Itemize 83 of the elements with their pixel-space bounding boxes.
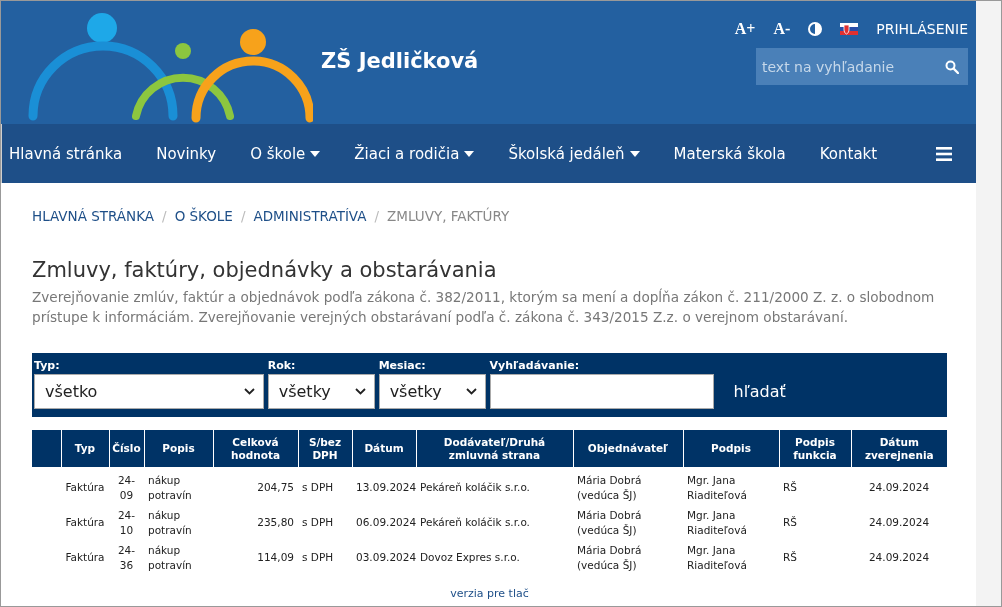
table-header [32,430,61,468]
column-header: Objednávateľ [573,430,683,468]
select-field[interactable]: všetko [34,374,264,410]
breadcrumb-separator: / [162,208,167,224]
table-cell-text: 24.09.2024 [867,515,931,531]
table-cell-text: Faktúra [64,550,106,566]
intro-text: Zverejňovanie zmlúv, faktúr a objednávok podľa zákona č. 382/2011, ktorým sa mení a dopĺňa zákon č. 211/2000 Z. z. o slobodnom prístupe k informáciám. Zverejňovanie verejných obstarávaní podľa č. zákona č. 343/2015 Z.z. o verejnom obstarávaní. [32,288,936,327]
nav-item[interactable]: Novinky [156,144,217,163]
print-version-link[interactable]: verzia pre tlač [450,587,529,601]
table-cell-text: 06.09.2024 [355,515,416,531]
table-cell-text: s DPH [301,515,335,531]
font-size-button[interactable]: A- [773,20,791,38]
table-cell-text: 24-10 [116,507,137,538]
filter-label: Mesiac: [378,359,427,373]
table-cell: 24-09 [109,467,144,506]
search-button[interactable]: hľadať [723,382,796,402]
breadcrumb-link[interactable]: HLAVNÁ STRÁNKA [32,208,155,224]
table-cell-text: 235,80 [256,515,295,531]
nav-item[interactable]: Žiaci a rodičia [354,144,475,163]
table-cell: Pekáreň koláčik s.r.o. [416,505,573,541]
table-cell: RŠ [779,467,851,506]
table-cell-text: Mgr. Jana Riaditeľová [686,507,748,538]
nav-item[interactable]: Materská škola [673,144,786,163]
chevron-down-icon [354,388,366,396]
nav-item[interactable]: Školská jedáleň [508,144,640,163]
table-cell: Mgr. Jana Riaditeľová [683,467,779,506]
table-cell-text: Mgr. Jana Riaditeľová [686,542,748,573]
breadcrumb-separator: / [374,208,380,224]
column-header: Dátum zverejnenia [851,430,947,468]
table-cell-text: 24.09.2024 [867,550,931,566]
column-header: Dátum [352,430,416,468]
column-header: Popis [144,430,213,468]
table-cell-text: s DPH [301,550,335,566]
filter-label: Typ: [34,359,61,373]
table-cell: Dovoz Expres s.r.o. [416,540,573,576]
select-field[interactable]: všetky [378,374,486,410]
table-cell: 13.09.2024 [352,467,416,506]
table-cell: nákup potravín [144,467,213,506]
table-cell: Mária Dobrá (vedúca ŠJ) [573,467,683,506]
flag-icon[interactable] [840,23,859,35]
table-cell: s DPH [298,467,352,506]
login-link[interactable]: PRIHLÁSENIE [876,21,968,37]
table-cell-text: RŠ [782,550,798,566]
table-cell: 24.09.2024 [851,467,947,506]
table-cell-text: nákup potravín [147,542,193,573]
table-cell: Pekáreň koláčik s.r.o. [416,467,573,506]
table-cell-text: Mária Dobrá (vedúca ŠJ) [576,542,643,573]
search-input[interactable] [489,374,714,410]
menu-icon[interactable] [936,146,952,161]
breadcrumb-separator: / [240,208,246,224]
column-header: Číslo [109,430,144,468]
table-cell-text: 24-36 [116,542,137,573]
column-header: Celková hodnota [213,430,298,468]
table-cell-text: 03.09.2024 [355,550,416,566]
nav-item[interactable]: Hlavná stránka [9,144,123,163]
search-icon[interactable] [945,60,959,74]
search-field[interactable]: text na vyhľadanie [756,48,968,85]
site-title[interactable]: ZŠ Jedličková [321,48,479,73]
page-heading: Zmluvy, faktúry, objednávky a obstarávania [32,258,498,282]
table-cell-text: Mária Dobrá (vedúca ŠJ) [576,507,643,538]
chevron-down-icon [465,388,477,396]
nav-item[interactable]: O škole [250,144,321,163]
font-size-button[interactable]: A+ [734,20,756,38]
column-header: Dodávateľ/Druhá zmluvná strana [416,430,573,468]
chevron-down-icon [243,388,255,396]
column-header: S/bez DPH [298,430,352,468]
breadcrumb-link[interactable]: ZMLUVY, FAKTÚRY [387,208,510,224]
table-cell: 204,75 [213,467,298,506]
table-cell: Faktúra [61,467,109,506]
select-field[interactable]: všetky [267,374,375,410]
column-header: Podpis funkcia [779,430,851,468]
breadcrumb-link[interactable]: O ŠKOLE [174,208,233,224]
table-cell-text: nákup potravín [147,507,193,538]
filter-label: Rok: [267,359,297,373]
table-cell-text: RŠ [782,515,798,531]
contrast-icon[interactable] [808,22,823,36]
table-cell-text: 114,09 [256,550,295,566]
column-header: Typ [61,430,109,468]
nav-item[interactable]: Kontakt [819,144,878,163]
filter-label: Vyhľadávanie: [489,359,581,373]
breadcrumb-link[interactable]: ADMINISTRATÍVA [253,208,367,224]
column-header: Podpis [683,430,779,468]
table-cell-text: Faktúra [64,515,106,531]
